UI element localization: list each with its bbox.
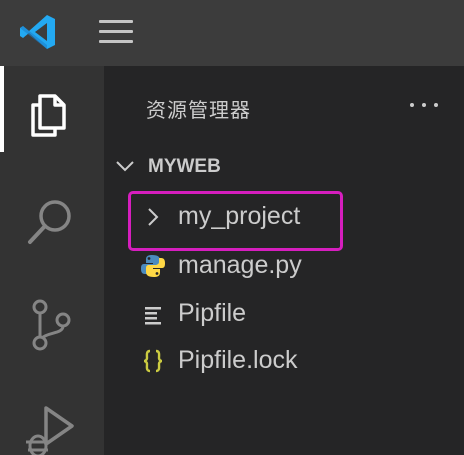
hamburger-menu-button[interactable]	[96, 18, 136, 46]
more-actions-button[interactable]	[406, 94, 442, 116]
tree-item-pipfile[interactable]: Pipfile	[104, 291, 464, 337]
title-bar	[0, 0, 464, 66]
explorer-title: 资源管理器	[146, 98, 251, 122]
tree-item-label: Pipfile	[178, 299, 247, 327]
run-debug-icon	[26, 406, 74, 455]
more-actions-icon	[410, 103, 414, 107]
tree-item-label: Pipfile.lock	[178, 346, 298, 374]
vscode-logo-icon	[18, 12, 58, 52]
search-icon	[28, 200, 71, 244]
json-braces-icon	[143, 349, 163, 373]
activity-explorer[interactable]	[0, 66, 104, 152]
more-actions-icon	[434, 103, 438, 107]
tree-item-manage-py[interactable]: manage.py	[104, 243, 464, 289]
menu-line	[99, 40, 133, 43]
tree-item-pipfile-lock[interactable]: Pipfile.lock	[104, 338, 464, 384]
activity-source-control[interactable]	[0, 278, 104, 364]
tree-item-my-project[interactable]: my_project	[104, 194, 464, 240]
source-control-icon	[32, 299, 71, 351]
chevron-down-icon	[116, 161, 134, 172]
explorer-files-icon	[31, 94, 66, 137]
text-file-icon	[145, 307, 161, 325]
activity-search[interactable]	[0, 176, 104, 262]
activity-run-debug[interactable]	[0, 382, 104, 455]
more-actions-icon	[422, 103, 426, 107]
workspace-name: MYWEB	[148, 156, 221, 177]
activity-bar	[0, 66, 104, 455]
tree-item-label: manage.py	[178, 251, 302, 279]
chevron-right-icon	[148, 208, 159, 226]
explorer-sidebar: 资源管理器 MYWEB my_project manage.py Pipfile…	[104, 66, 464, 455]
menu-line	[99, 30, 133, 33]
tree-item-label: my_project	[178, 202, 301, 230]
python-file-icon	[141, 255, 165, 277]
vscode-window: 资源管理器 MYWEB my_project manage.py Pipfile…	[0, 0, 464, 455]
workspace-folder-header[interactable]: MYWEB	[104, 150, 464, 184]
menu-line	[99, 20, 133, 23]
